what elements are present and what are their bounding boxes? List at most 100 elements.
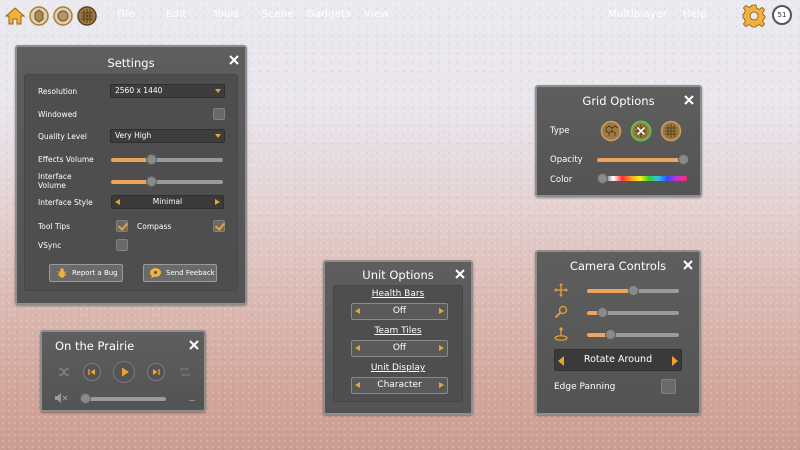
move-arrows-icon	[554, 283, 568, 297]
settings-body: Resolution 2560 x 1440 Windowed Quality …	[24, 74, 238, 291]
magnifier-icon	[554, 305, 568, 319]
menu-gadgets[interactable]: Gadgets	[307, 9, 351, 20]
report-bug-button[interactable]: Report a Bug	[49, 264, 123, 282]
gear-icon[interactable]	[742, 4, 766, 28]
zoom-speed-slider[interactable]	[587, 307, 679, 319]
divider	[189, 400, 195, 401]
menu-file[interactable]: File	[117, 9, 135, 20]
play-button[interactable]	[113, 361, 135, 383]
edge-panning-checkbox[interactable]	[661, 379, 676, 394]
chevron-right-icon[interactable]	[672, 356, 678, 366]
vsync-checkbox[interactable]	[116, 239, 128, 251]
interface-volume-slider[interactable]	[111, 176, 223, 188]
speech-bubble-icon	[150, 268, 161, 279]
top-bar: File Edit Tools Scene Gadgets View Multi…	[0, 0, 800, 32]
track-title: On the Prairie	[55, 339, 135, 353]
next-track-button[interactable]	[147, 363, 165, 381]
bug-icon	[57, 268, 67, 278]
shuffle-icon[interactable]	[58, 366, 70, 378]
interface-style-stepper[interactable]: Minimal	[111, 195, 224, 209]
effects-volume-label: Effects Volume	[38, 155, 94, 164]
opacity-label: Opacity	[550, 155, 583, 165]
camera-mode-value: Rotate Around	[583, 354, 653, 365]
menu-help[interactable]: Help	[683, 9, 707, 20]
camera-controls-panel: Camera Controls Rotate Around Edge Panni…	[535, 250, 701, 415]
grid-tile-icon[interactable]	[76, 5, 98, 27]
square-grid-option-icon[interactable]	[630, 120, 652, 142]
report-bug-label: Report a Bug	[72, 269, 118, 277]
chevron-down-icon	[215, 89, 221, 93]
hex-tile-icon[interactable]	[28, 5, 50, 27]
play-icon	[122, 367, 129, 377]
menu-multiplayer[interactable]: Multiplayer	[608, 9, 667, 20]
speaker-muted-icon[interactable]	[54, 392, 68, 404]
color-spectrum-slider[interactable]	[597, 173, 687, 184]
unit-display-value: Character	[377, 380, 422, 390]
tooltips-label: Tool Tips	[38, 222, 71, 231]
windowed-label: Windowed	[38, 110, 77, 119]
resolution-value: 2560 x 1440	[115, 86, 163, 95]
quality-value: Very High	[115, 131, 152, 140]
skip-forward-icon	[153, 369, 160, 375]
health-bars-label: Health Bars	[371, 289, 425, 299]
quality-label: Quality Level	[38, 132, 87, 141]
close-icon[interactable]	[228, 54, 240, 66]
hex-grid-option-icon[interactable]	[600, 120, 622, 142]
chevron-right-icon[interactable]	[439, 308, 444, 314]
rotate-icon	[554, 327, 568, 341]
effects-volume-slider[interactable]	[111, 154, 223, 166]
tooltips-checkbox[interactable]	[116, 220, 129, 232]
chevron-right-icon[interactable]	[439, 382, 444, 388]
team-tiles-stepper[interactable]: Off	[351, 340, 448, 357]
edge-panning-label: Edge Panning	[554, 382, 616, 392]
close-icon[interactable]	[682, 259, 694, 271]
unit-options-panel: Unit Options Health Bars Off Team Tiles …	[323, 260, 473, 415]
team-tiles-label: Team Tiles	[374, 326, 422, 336]
music-volume-slider[interactable]	[80, 393, 166, 405]
home-icon[interactable]	[4, 5, 26, 27]
close-icon[interactable]	[454, 268, 466, 280]
previous-track-button[interactable]	[83, 363, 101, 381]
opacity-slider[interactable]	[597, 154, 689, 166]
music-player-panel: On the Prairie	[40, 330, 206, 412]
skip-back-icon	[88, 369, 95, 375]
grid-type-label: Type	[550, 126, 570, 136]
send-feedback-button[interactable]: Send Feeback	[143, 264, 217, 282]
menu-tools[interactable]: Tools	[213, 9, 239, 20]
settings-title: Settings	[107, 56, 155, 70]
pan-speed-slider[interactable]	[587, 285, 679, 297]
resolution-label: Resolution	[38, 87, 78, 96]
windowed-checkbox[interactable]	[213, 108, 225, 120]
repeat-icon[interactable]	[179, 366, 191, 378]
circle-grid-option-icon[interactable]	[660, 120, 682, 142]
health-bars-value: Off	[392, 306, 407, 316]
settings-panel: Settings Resolution 2560 x 1440 Windowed…	[15, 45, 247, 305]
resolution-dropdown[interactable]: 2560 x 1440	[110, 84, 225, 98]
close-icon[interactable]	[683, 94, 695, 106]
interface-style-label: Interface Style	[38, 198, 93, 207]
rotate-speed-slider[interactable]	[587, 329, 679, 341]
send-feedback-label: Send Feeback	[166, 269, 215, 277]
compass-checkbox[interactable]	[213, 220, 226, 232]
grid-options-title: Grid Options	[582, 94, 655, 108]
menu-edit[interactable]: Edit	[166, 9, 187, 20]
unit-display-stepper[interactable]: Character	[351, 377, 448, 394]
chevron-right-icon[interactable]	[439, 345, 444, 351]
unit-options-title: Unit Options	[362, 268, 434, 282]
quality-dropdown[interactable]: Very High	[110, 129, 225, 143]
health-bars-stepper[interactable]: Off	[351, 303, 448, 320]
camera-mode-stepper[interactable]: Rotate Around	[554, 349, 682, 371]
menu-scene[interactable]: Scene	[262, 9, 294, 20]
compass-label: Compass	[137, 222, 172, 231]
menu-view[interactable]: View	[364, 9, 389, 20]
fps-counter: 51	[772, 5, 792, 25]
color-label: Color	[550, 175, 573, 185]
vsync-label: VSync	[38, 241, 62, 250]
interface-volume-label: Interface Volume	[38, 172, 72, 190]
interface-style-value: Minimal	[152, 197, 183, 206]
grid-options-panel: Grid Options Type Opacity Color	[535, 85, 702, 197]
chevron-down-icon	[215, 134, 221, 138]
circle-tile-icon[interactable]	[52, 5, 74, 27]
chevron-right-icon[interactable]	[215, 199, 220, 205]
close-icon[interactable]	[188, 339, 200, 351]
